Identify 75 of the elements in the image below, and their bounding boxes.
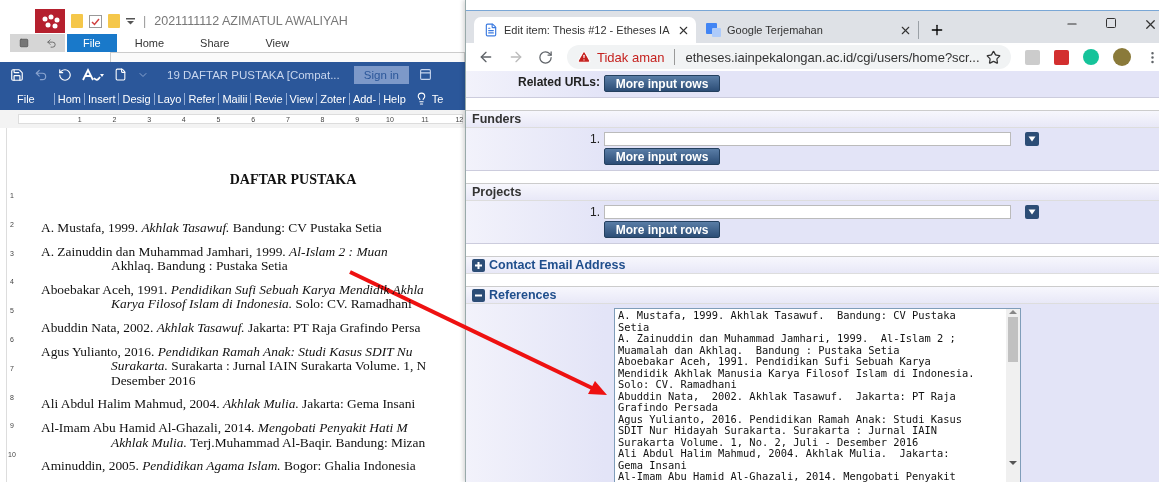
- maximize-icon[interactable]: [1104, 17, 1117, 29]
- star-icon[interactable]: [985, 49, 1001, 65]
- ribbon-tab[interactable]: Insert: [83, 92, 119, 105]
- ribbon-tab[interactable]: Help: [379, 92, 409, 105]
- reference-entry: Abuddin Nata, 2002. Akhlak Tasawuf. Jakarta: PT Raja Grafindo Persa: [41, 320, 422, 336]
- more-input-rows-button[interactable]: More input rows: [604, 221, 720, 238]
- ribbon-tab[interactable]: Zoter: [316, 92, 349, 105]
- title-separator: |: [143, 14, 147, 28]
- reference-entry: Ali Abdul Halim Mahmud, 2004. Akhlak Mulia. Jakarta: Gema Insani: [41, 397, 417, 412]
- reload-icon[interactable]: [538, 49, 553, 65]
- section-title: Funders: [472, 112, 522, 126]
- tell-me-field[interactable]: Te: [431, 92, 444, 105]
- redo-icon[interactable]: [58, 67, 72, 82]
- reference-entry: Aminuddin, 2005. Pendidikan Agama Islam. Bogor: Ghalia Indonesia: [41, 459, 417, 474]
- reference-entry: Al-Imam Abu Hamid Al-Ghazali, 2014. Mengobati Penyakit Hati M Akhlak Mulia. Terj.Muhammad Al-Baqir. Bandung: Mizan: [41, 420, 427, 451]
- section-title: Projects: [472, 185, 522, 199]
- ribbon-tab[interactable]: File: [14, 92, 38, 105]
- avatar[interactable]: [1112, 48, 1131, 66]
- ribbon-tab[interactable]: Share: [182, 34, 248, 52]
- ribbon-display-icon[interactable]: [418, 68, 432, 81]
- input-field[interactable]: [604, 205, 1011, 219]
- ribbon-tab[interactable]: Refer: [184, 92, 219, 105]
- ribbon-tab[interactable]: Revie: [250, 92, 286, 105]
- extension-icon[interactable]: [1053, 49, 1069, 65]
- ribbon-tab[interactable]: View: [285, 92, 317, 105]
- dropdown-icon[interactable]: [1025, 205, 1039, 219]
- ribbon-tab[interactable]: Mailii: [218, 92, 251, 105]
- ribbon-tab[interactable]: Add-: [348, 92, 380, 105]
- row-number: 1.: [589, 205, 601, 221]
- reference-entry: A. Zainuddin dan Muhammad Jamhari, 1999. Al-Islam 2 : Muan Akhlaq. Bandung : Pustaka Setia: [41, 244, 389, 274]
- document-title: 19 DAFTAR PUSTAKA [Compat...: [167, 68, 340, 81]
- security-label[interactable]: Tidak aman: [597, 49, 665, 65]
- ribbon-tab[interactable]: Home: [116, 34, 183, 52]
- ribbon-tab[interactable]: Hom: [53, 92, 84, 105]
- address-field[interactable]: [110, 52, 465, 62]
- ribbon-tab[interactable]: Desig: [118, 92, 154, 105]
- field-label: Related URLs:: [517, 75, 601, 91]
- dropdown-icon[interactable]: [1025, 132, 1039, 146]
- scrollbar-thumb[interactable]: [1008, 317, 1018, 362]
- window-title: 2021111112 AZIMATUL AWALIYAH: [154, 14, 348, 28]
- scroll-down-icon[interactable]: [1009, 460, 1017, 466]
- page-icon: [484, 23, 498, 37]
- document-heading: DAFTAR PUSTAKA: [228, 172, 358, 188]
- new-document-icon[interactable]: [114, 68, 127, 81]
- ribbon-tab[interactable]: View: [247, 34, 308, 52]
- browser-tab[interactable]: Google Terjemahan: [696, 17, 918, 43]
- section-title[interactable]: Contact Email Address: [489, 258, 626, 272]
- minus-icon[interactable]: [472, 288, 485, 302]
- app-logo-icon: [35, 9, 65, 33]
- new-tab-icon[interactable]: [929, 22, 945, 38]
- spelling-icon[interactable]: [82, 67, 104, 82]
- ribbon-tab[interactable]: File: [67, 34, 117, 52]
- references-field[interactable]: A. Mustafa, 1999. Akhlak Tasawuf. Bandung: CV Pustaka Setia A. Zainuddin dan Muhammad Jamhari, 1999. Al-Islam 2 ; Muamalah dan Akhlaq. Bandung : Pustaka Setia Aboebakar Aceh, 1991. Pendidikan Sufi Sebuah Karya Mendidik Akhlak Manusia Karya Filosof Islam di Indonesia. Solo: CV. Ramadhani Abuddin Nata, 2002. Akhlak Tasawuf. Jakarta: PT Raja Grafindo Persada Agus Yulianto, 2016. Pendidikan Ramah Anak: Studi Kasus SDIT Nur Hidayah Surakarta. Surakarta : Jurnal IAIN Surakarta Volume. 1, No. 2, Juli - Desember 2016 Ali Abdul Halim Mahmud, 2004. Akhlak Mulia. Jakarta: Gema Insani Al-Imam Abu Hamid Al-Ghazali, 2014. Mengobati Penyakit: [614, 308, 1021, 482]
- window-icon[interactable]: [18, 38, 29, 48]
- warning-icon: [577, 50, 591, 64]
- undo-icon[interactable]: [34, 67, 48, 82]
- ribbon-tab[interactable]: Layo: [153, 92, 185, 105]
- input-field[interactable]: [604, 132, 1011, 146]
- translate-icon: [706, 23, 721, 37]
- more-input-rows-button[interactable]: More input rows: [604, 75, 720, 92]
- address-bar[interactable]: Tidak aman etheses.iainpekalongan.ac.id/cgi/users/home?scr...: [567, 45, 1011, 69]
- checkbox-icon[interactable]: [89, 14, 102, 28]
- plus-icon[interactable]: [472, 258, 485, 272]
- more-input-rows-button[interactable]: More input rows: [604, 148, 720, 165]
- url-text: etheses.iainpekalongan.ac.id/cgi/users/home?scr...: [685, 49, 980, 65]
- reference-entry: Agus Yulianto, 2016. Pendidikan Ramah Anak: Studi Kasus SDIT Nu Surakarta. Surakarta : Jurnal IAIN Surakarta Volume. 1, N Desember 2016: [41, 344, 428, 389]
- save-icon[interactable]: [10, 67, 24, 82]
- dropdown-icon[interactable]: [126, 17, 135, 25]
- reference-entry: A. Mustafa, 1999. Akhlak Tasawuf. Bandung: CV Pustaka Setia: [41, 221, 383, 236]
- back-icon[interactable]: [478, 49, 494, 65]
- scroll-up-icon[interactable]: [1009, 309, 1017, 315]
- back-icon[interactable]: [45, 37, 57, 49]
- row-number: 1.: [589, 132, 601, 148]
- browser-tab[interactable]: Edit item: Thesis #12 - Etheses IA: [474, 17, 696, 43]
- section-title[interactable]: References: [489, 288, 557, 302]
